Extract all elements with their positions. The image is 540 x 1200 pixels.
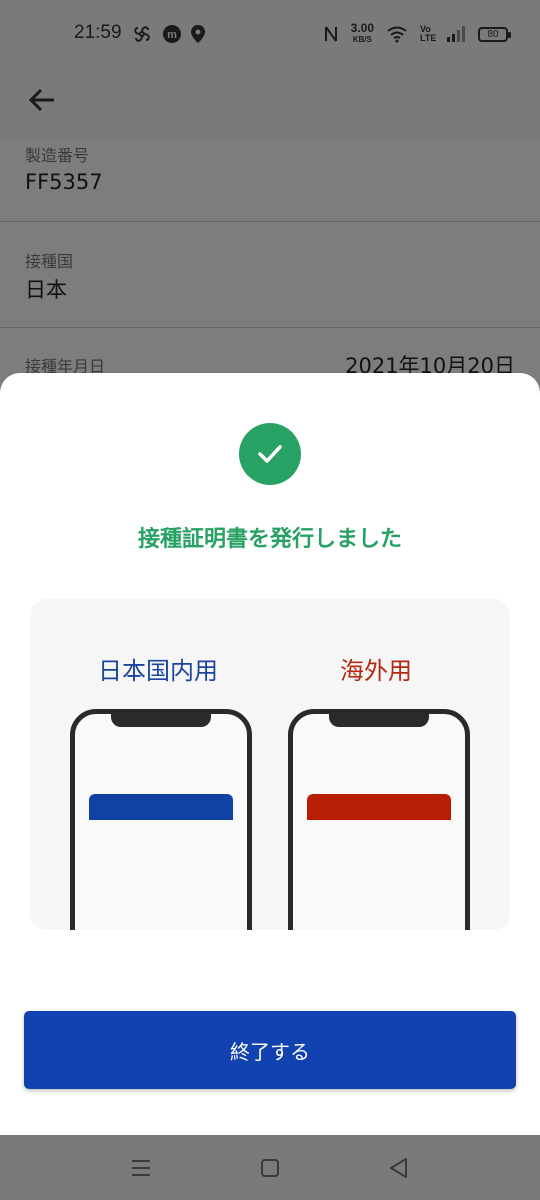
domestic-certificate-bar [89, 794, 233, 820]
bottom-sheet: 接種証明書を発行しました 日本国内用 海外用 終了する [0, 373, 540, 1135]
field-serial-number: 製造番号 FF5357 [0, 138, 540, 222]
field-value: FF5357 [25, 170, 103, 194]
m-circle-icon: m [163, 25, 181, 43]
field-country: 接種国 日本 [0, 222, 540, 328]
pinwheel-icon [134, 26, 150, 42]
phone-domestic-illustration [70, 709, 252, 930]
field-label: 接種国 [25, 252, 74, 271]
app-bar [0, 70, 540, 138]
overseas-label: 海外用 [340, 657, 412, 685]
nfc-icon [324, 26, 337, 42]
status-indicators: 3.00 KB/S Vo LTE 80 [323, 20, 511, 48]
overseas-certificate-bar [307, 794, 451, 820]
signal-icon [447, 26, 465, 42]
triangle-back-icon[interactable] [386, 1155, 412, 1181]
wifi-icon [387, 26, 407, 43]
field-label: 製造番号 [25, 146, 90, 165]
phone-notch [329, 709, 429, 727]
phone-overseas-illustration [288, 709, 470, 930]
network-speed: 3.00 KB/S [350, 21, 374, 45]
navigation-bar [0, 1135, 540, 1200]
success-badge [239, 423, 301, 485]
check-icon [258, 445, 282, 463]
success-title: 接種証明書を発行しました [137, 527, 402, 552]
square-icon[interactable] [257, 1155, 283, 1181]
menu-icon[interactable] [128, 1155, 154, 1181]
svg-text:m: m [167, 29, 177, 41]
status-time: 21:59 [74, 22, 122, 43]
arrow-left-icon[interactable] [26, 84, 58, 116]
network-speed-unit: KB/S [352, 35, 372, 44]
finish-button[interactable]: 終了する [24, 1011, 516, 1089]
field-value: 日本 [25, 278, 67, 302]
domestic-label: 日本国内用 [98, 657, 218, 685]
status-bar: 21:59 m 3.00 KB/S Vo LTE 80 [0, 0, 540, 70]
certificate-illustration: 日本国内用 海外用 [30, 599, 510, 930]
battery-icon: 80 [478, 26, 511, 42]
network-speed-value: 3.00 [350, 21, 374, 35]
phone-notch [111, 709, 211, 727]
location-pin-icon [191, 25, 205, 43]
volte-indicator: Vo LTE [420, 24, 437, 43]
